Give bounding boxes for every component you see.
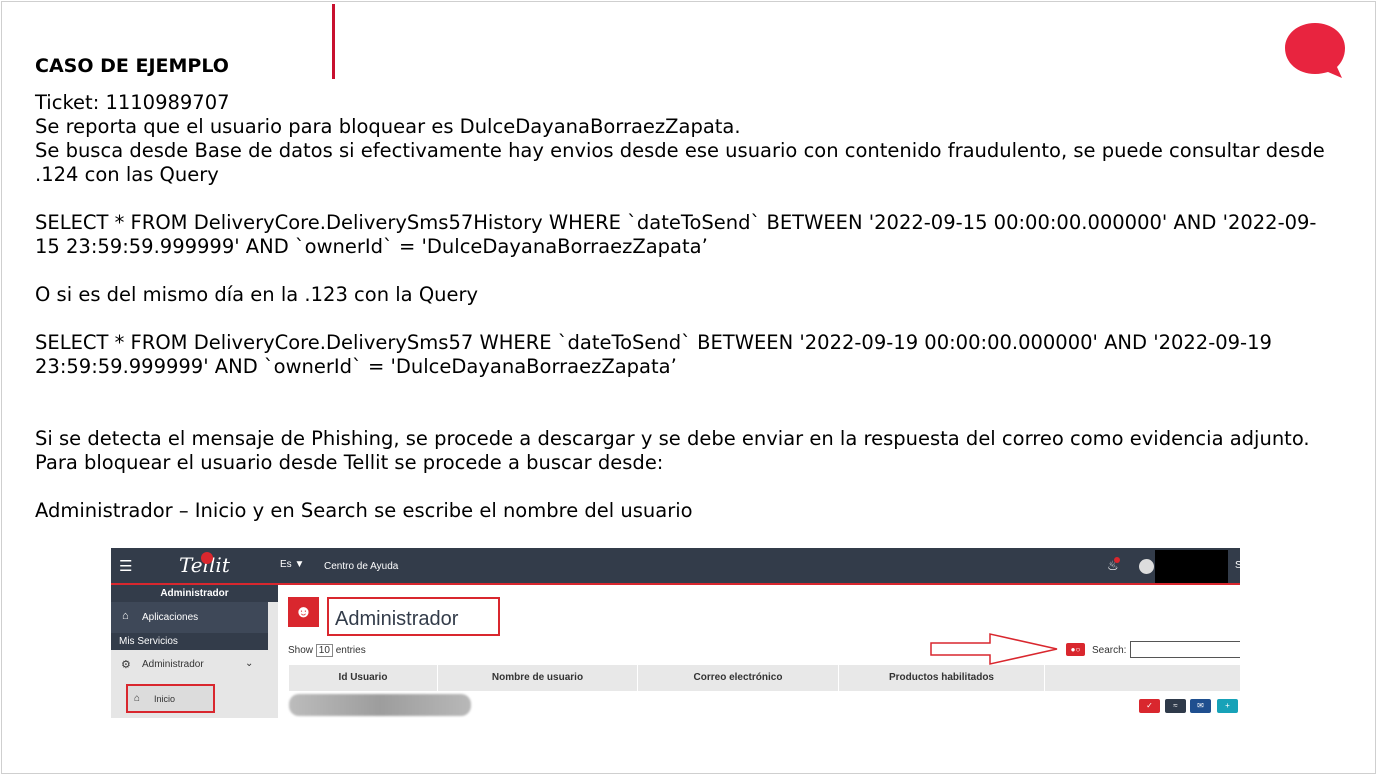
- column-correo[interactable]: Correo electrónico: [638, 665, 839, 691]
- sidebar-item-aplicaciones[interactable]: ⌂ Aplicaciones: [111, 602, 268, 633]
- language-label: Es: [280, 559, 292, 570]
- speech-bubble-logo-icon: [1285, 23, 1345, 78]
- wifi-icon[interactable]: ≈: [1165, 699, 1186, 713]
- sidebar-item-label: Aplicaciones: [142, 612, 199, 623]
- column-productos[interactable]: Productos habilitados: [839, 665, 1045, 691]
- sidebar-header: Administrador: [111, 585, 278, 602]
- show-label: Show: [288, 645, 314, 656]
- page-title: Administrador: [335, 608, 459, 630]
- help-center-link[interactable]: Centro de Ayuda: [324, 561, 398, 572]
- ticket-line: Ticket: 1110989707: [35, 91, 230, 114]
- avatar[interactable]: [1139, 559, 1154, 574]
- chevron-down-icon: ⌄: [245, 658, 254, 669]
- sidebar-item-label: Administrador: [142, 659, 204, 670]
- add-user-icon[interactable]: +: [1217, 699, 1238, 713]
- admin-instruction-line: Administrador – Inicio y en Search se es…: [35, 499, 693, 522]
- sidebar-item-label: Inicio: [154, 694, 176, 704]
- blurred-user-data: [289, 694, 471, 716]
- admin-user-icon: ☻: [288, 597, 319, 627]
- same-day-line: O si es del mismo día en la .123 con la …: [35, 283, 479, 306]
- redacted-username: [1155, 550, 1228, 583]
- block-user-icon[interactable]: ✓: [1139, 699, 1160, 713]
- decorative-red-line: [332, 4, 335, 79]
- search-label: Search:: [1092, 645, 1127, 656]
- entries-label: entries: [335, 645, 366, 656]
- home-icon: ⌂: [122, 610, 129, 622]
- search-input[interactable]: [1130, 641, 1240, 658]
- topbar: ☰ Tellit Es ▼ Centro de Ayuda ♨ S: [111, 548, 1240, 585]
- report-line: Se reporta que el usuario para bloquear …: [35, 115, 741, 138]
- entries-count-select[interactable]: 10: [315, 644, 333, 657]
- right-arrow-icon: [930, 633, 1058, 665]
- embedded-tellit-screenshot: ☰ Tellit Es ▼ Centro de Ayuda ♨ S Admini…: [111, 548, 1240, 718]
- entries-selector: Show 10 entries: [288, 644, 366, 657]
- column-id-usuario[interactable]: Id Usuario: [289, 665, 438, 691]
- brand-dot-icon: [201, 552, 213, 564]
- main-content: ☻ Administrador Show 10 entries ●○ Searc…: [278, 585, 1240, 718]
- search-toggle-button[interactable]: ●○: [1066, 643, 1085, 656]
- message-icon[interactable]: ✉: [1190, 699, 1211, 713]
- table-header: Id Usuario Nombre de usuario Correo elec…: [289, 665, 1240, 691]
- user-gear-icon: ⚙: [121, 659, 131, 671]
- column-nombre-usuario[interactable]: Nombre de usuario: [438, 665, 638, 691]
- query-history: SELECT * FROM DeliveryCore.DeliverySms57…: [35, 211, 1317, 258]
- document-title: CASO DE EJEMPLO: [35, 55, 229, 77]
- sidebar-item-inicio[interactable]: ⌂ Inicio: [126, 684, 215, 713]
- hamburger-icon[interactable]: ☰: [119, 557, 132, 575]
- page-title-highlight: Administrador: [327, 597, 500, 636]
- notification-badge: [1114, 557, 1120, 563]
- document-body: Ticket: 1110989707 Se reporta que el usu…: [35, 91, 1325, 523]
- user-name-fragment: S: [1235, 560, 1240, 571]
- query-current: SELECT * FROM DeliveryCore.DeliverySms57…: [35, 331, 1279, 378]
- table-row[interactable]: ✓ ≈ ✉ +: [289, 691, 1240, 718]
- home-icon: ⌂: [134, 693, 141, 704]
- sidebar: Administrador ⌂ Aplicaciones Mis Servici…: [111, 585, 278, 718]
- language-select[interactable]: Es ▼: [280, 559, 304, 570]
- phishing-line: Si se detecta el mensaje de Phishing, se…: [35, 427, 1316, 474]
- sidebar-section-servicios[interactable]: Mis Servicios: [111, 633, 268, 650]
- sidebar-item-administrador[interactable]: ⚙ Administrador ⌄: [111, 650, 268, 680]
- search-db-line: Se busca desde Base de datos si efectiva…: [35, 139, 1331, 186]
